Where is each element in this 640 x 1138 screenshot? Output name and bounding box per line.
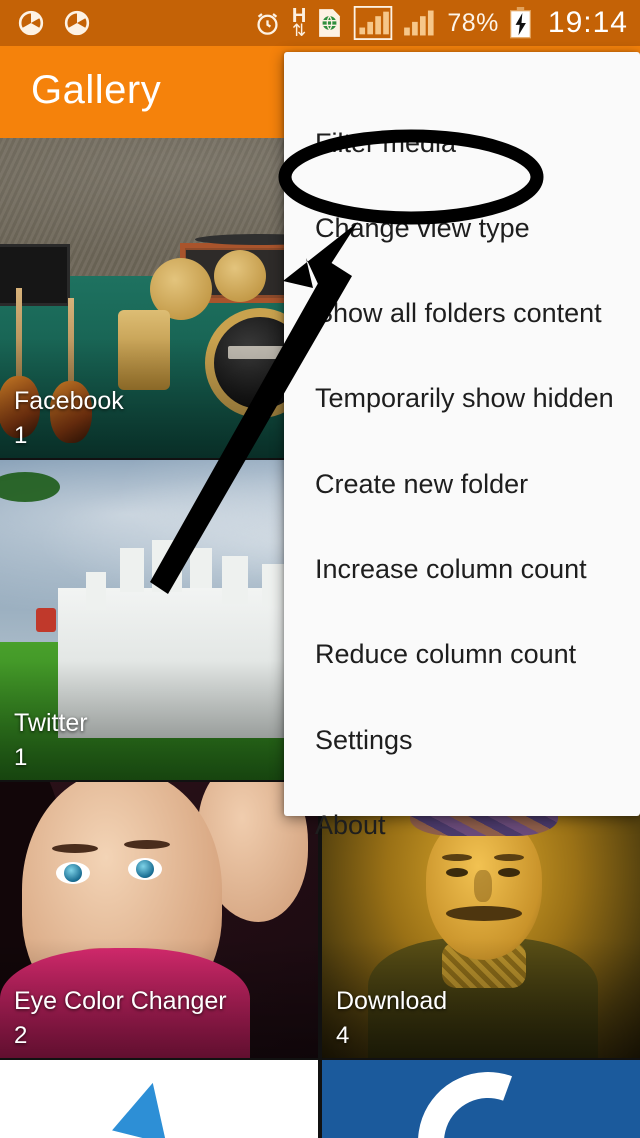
menu-item-show-all-folders-content[interactable]: Show all folders content (315, 298, 635, 329)
white-ring-logo-shape (394, 1060, 582, 1138)
folder-tile-partial-right[interactable] (322, 1060, 640, 1138)
folder-count-label: 1 (14, 422, 28, 449)
folder-tile-eye-color-changer[interactable]: Eye Color Changer 2 (0, 782, 318, 1058)
hspa-data-icon: H ⇅ (291, 4, 307, 41)
folder-name-label: Eye Color Changer (14, 987, 227, 1015)
folder-name-label: Facebook (14, 387, 124, 415)
menu-item-create-new-folder[interactable]: Create new folder (315, 469, 635, 500)
menu-item-temporarily-show-hidden[interactable]: Temporarily show hidden (315, 383, 635, 414)
battery-percent-label: 78% (447, 8, 499, 37)
phone-screen: H ⇅ 78% 19:14 Gallery Facebook 1 Twitter… (0, 0, 640, 1138)
folder-name-label: Twitter (14, 709, 88, 737)
clock-label: 19:14 (547, 6, 628, 39)
status-bar: H ⇅ 78% 19:14 (0, 0, 640, 46)
battery-charging-icon (509, 7, 532, 39)
menu-item-settings[interactable]: Settings (315, 725, 635, 756)
camera-aperture-icon (64, 10, 90, 36)
menu-item-filter-media[interactable]: Filter media (315, 128, 635, 159)
folder-count-label: 4 (336, 1022, 350, 1049)
signal-bars-sim1-icon (353, 6, 393, 40)
menu-item-about[interactable]: About (315, 810, 635, 841)
blue-arrow-shape (112, 1076, 180, 1138)
folder-tile-partial-left[interactable] (0, 1060, 318, 1138)
menu-item-increase-column-count[interactable]: Increase column count (315, 554, 635, 585)
menu-item-change-view-type[interactable]: Change view type (315, 213, 635, 244)
globe-data-icon (316, 8, 343, 38)
folder-name-label: Download (336, 987, 448, 1015)
folder-count-label: 1 (14, 744, 28, 771)
folder-count-label: 2 (14, 1022, 28, 1049)
signal-bars-sim2-icon (403, 8, 437, 38)
page-title: Gallery (31, 68, 162, 112)
menu-item-reduce-column-count[interactable]: Reduce column count (315, 639, 635, 670)
overflow-menu: Filter media Change view type Show all f… (284, 52, 640, 840)
camera-aperture-icon (18, 10, 44, 36)
alarm-clock-icon (253, 9, 282, 38)
